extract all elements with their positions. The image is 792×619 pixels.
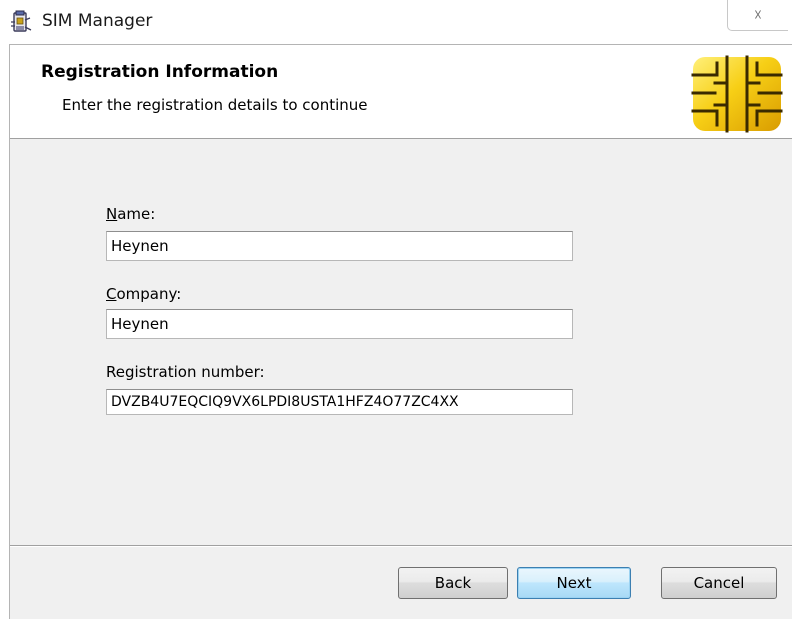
cancel-button[interactable]: Cancel [661, 567, 777, 599]
window-title: SIM Manager [42, 11, 153, 31]
company-label-text: ompany: [116, 285, 182, 303]
dialog-client-area: Registration Information Enter the regis… [9, 44, 792, 619]
name-label-text: ame: [117, 205, 156, 223]
sim-manager-dialog: SIM Manager ☓ Registration Information E… [0, 0, 792, 619]
company-label: Company: [106, 285, 181, 303]
back-button[interactable]: Back [398, 567, 508, 599]
name-input[interactable] [106, 231, 573, 261]
name-label: Name: [106, 205, 155, 223]
close-icon: ☓ [754, 6, 762, 24]
close-button[interactable]: ☓ [727, 0, 788, 31]
wizard-header-banner: Registration Information Enter the regis… [10, 45, 792, 139]
sim-chip-icon [691, 55, 783, 133]
footer-divider [10, 545, 792, 547]
company-input[interactable] [106, 309, 573, 339]
registration-number-input[interactable] [106, 389, 573, 415]
name-label-accelerator: N [106, 205, 118, 223]
page-title: Registration Information [41, 62, 279, 82]
title-bar[interactable]: SIM Manager ☓ [0, 0, 792, 44]
next-button[interactable]: Next [517, 567, 631, 599]
company-label-accelerator: C [106, 285, 117, 303]
registration-number-label: Registration number: [106, 363, 265, 381]
sim-manager-app-icon [10, 10, 32, 34]
page-subtitle: Enter the registration details to contin… [62, 96, 368, 114]
